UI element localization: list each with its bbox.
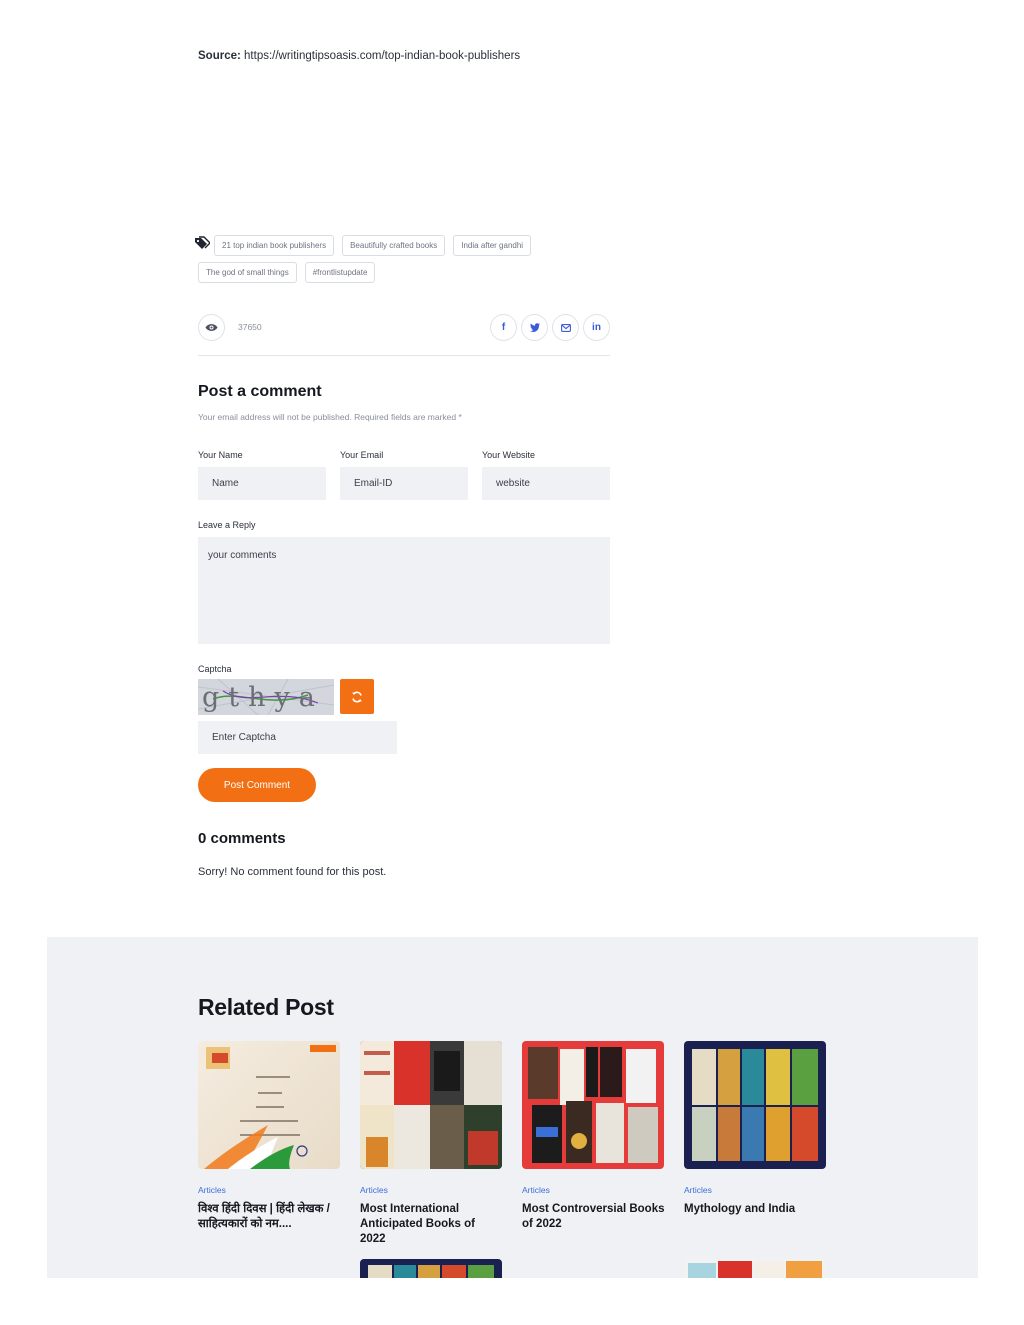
- source-line: Source: https://writingtipsoasis.com/top…: [198, 50, 520, 62]
- name-label: Your Name: [198, 450, 243, 460]
- related-post-category[interactable]: Articles: [522, 1185, 665, 1195]
- source-label: Source:: [198, 50, 241, 62]
- tag-item[interactable]: 21 top indian book publishers: [214, 235, 335, 256]
- captcha-refresh-button[interactable]: [340, 679, 374, 714]
- views-badge: [198, 314, 225, 341]
- email-field[interactable]: [340, 467, 468, 500]
- tag-item[interactable]: The god of small things: [198, 262, 297, 283]
- name-field[interactable]: [198, 467, 326, 500]
- facebook-icon: f: [501, 322, 506, 333]
- related-post-category[interactable]: Articles: [684, 1185, 827, 1195]
- email-share-button[interactable]: [552, 314, 579, 341]
- related-post-title[interactable]: विश्व हिंदी दिवस | हिंदी लेखक / साहित्यक…: [198, 1202, 341, 1232]
- website-field[interactable]: [482, 467, 610, 500]
- related-post-title[interactable]: Most Controversial Books of 2022: [522, 1202, 665, 1232]
- linkedin-share-button[interactable]: in: [583, 314, 610, 341]
- envelope-icon: [560, 323, 571, 332]
- captcha-field[interactable]: [198, 721, 397, 754]
- captcha-image: gthya: [198, 679, 334, 715]
- related-post-card[interactable]: Articles Most International Anticipated …: [360, 1041, 503, 1247]
- refresh-icon: [352, 691, 362, 702]
- related-post-title[interactable]: Most International Anticipated Books of …: [360, 1202, 503, 1247]
- captcha-graphic: gthya: [198, 679, 334, 715]
- captcha-text: gthya: [202, 682, 324, 713]
- related-posts-title: Related Post: [198, 994, 334, 1020]
- related-post-category[interactable]: Articles: [198, 1185, 341, 1195]
- related-post-card[interactable]: Articles विश्व हिंदी दिवस | हिंदी लेखक /…: [198, 1041, 341, 1232]
- related-post-thumbnail[interactable]: [198, 1041, 340, 1169]
- comment-form-title: Post a comment: [198, 383, 322, 400]
- email-label: Your Email: [340, 450, 384, 460]
- twitter-share-button[interactable]: [521, 314, 548, 341]
- post-comment-button[interactable]: Post Comment: [198, 768, 316, 802]
- related-post-thumbnail[interactable]: [360, 1259, 502, 1278]
- facebook-share-button[interactable]: f: [490, 314, 517, 341]
- related-post-thumbnail[interactable]: [684, 1259, 826, 1278]
- share-buttons: f in: [490, 314, 610, 341]
- eye-icon: [205, 324, 218, 331]
- tag-item[interactable]: #frontlistupdate: [304, 262, 376, 283]
- related-post-thumbnail[interactable]: [360, 1041, 502, 1169]
- view-count: 37650: [238, 322, 262, 332]
- related-post-thumbnail[interactable]: [684, 1041, 826, 1169]
- linkedin-icon: in: [592, 322, 601, 333]
- related-post-category[interactable]: Articles: [360, 1185, 503, 1195]
- tag-row-2: The god of small things #frontlistupdate: [198, 262, 376, 283]
- source-url[interactable]: https://writingtipsoasis.com/top-indian-…: [244, 50, 520, 62]
- tag-item[interactable]: Beautifully crafted books: [342, 235, 446, 256]
- required-note: Your email address will not be published…: [198, 412, 462, 422]
- reply-label: Leave a Reply: [198, 520, 256, 530]
- related-post-thumbnail[interactable]: [522, 1041, 664, 1169]
- related-posts-section: Related Post Articles विश्व हिंदी दिवस |…: [47, 937, 978, 1278]
- tag-row-1: 21 top indian book publishers Beautifull…: [214, 235, 532, 256]
- related-post-card[interactable]: Articles Most Controversial Books of 202…: [522, 1041, 665, 1232]
- twitter-icon: [529, 323, 540, 332]
- comments-count-title: 0 comments: [198, 830, 286, 847]
- captcha-label: Captcha: [198, 664, 232, 674]
- related-post-title[interactable]: Mythology and India: [684, 1202, 827, 1217]
- related-post-card[interactable]: Articles Mythology and India: [684, 1041, 827, 1217]
- post-meta: 37650 f in: [198, 312, 610, 356]
- tag-item[interactable]: India after gandhi: [453, 235, 532, 256]
- tags-icon: [195, 236, 210, 249]
- no-comment-message: Sorry! No comment found for this post.: [198, 866, 387, 878]
- website-label: Your Website: [482, 450, 536, 460]
- comment-textarea[interactable]: [198, 537, 610, 644]
